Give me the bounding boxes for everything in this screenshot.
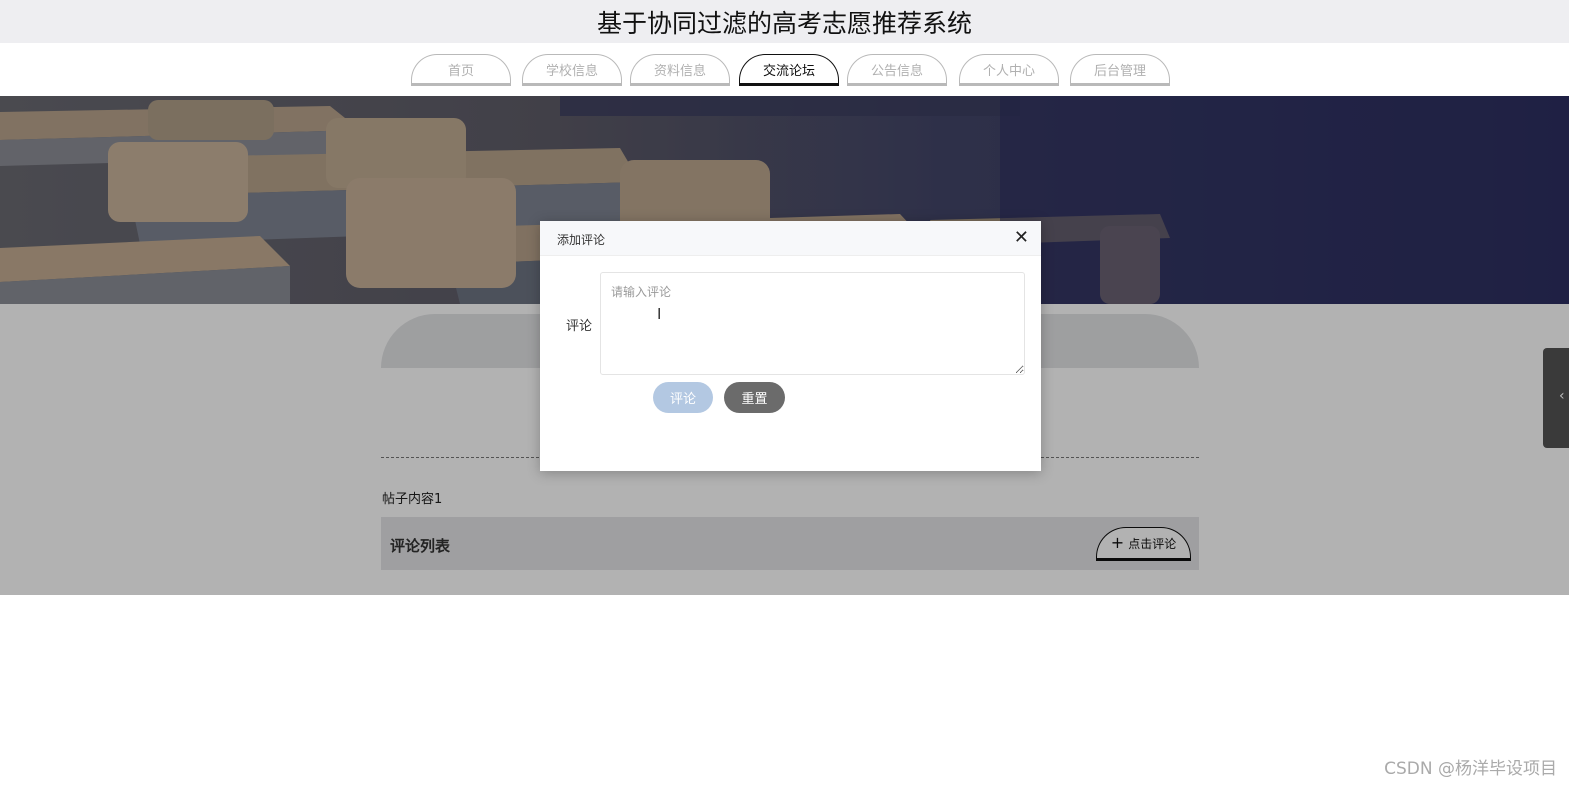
main-nav: 首页 学校信息 资料信息 交流论坛 公告信息 个人中心 后台管理 xyxy=(0,43,1569,96)
dialog-title: 添加评论 xyxy=(557,233,606,247)
side-panel-toggle[interactable]: ‹ xyxy=(1543,348,1569,448)
close-icon[interactable]: ✕ xyxy=(1014,228,1029,248)
comment-field-label: 评论 xyxy=(566,319,593,334)
nav-item-school-info[interactable]: 学校信息 xyxy=(522,54,622,86)
submit-comment-button[interactable]: 评论 xyxy=(653,382,713,413)
dialog-header: 添加评论 ✕ xyxy=(540,221,1041,256)
nav-item-personal-center[interactable]: 个人中心 xyxy=(959,54,1059,86)
add-comment-dialog: 添加评论 ✕ 评论 I 评论 重置 xyxy=(540,221,1041,471)
site-title: 基于协同过滤的高考志愿推荐系统 xyxy=(596,8,972,38)
reset-button[interactable]: 重置 xyxy=(724,382,785,413)
watermark: CSDN @杨洋毕设项目 xyxy=(1384,759,1557,779)
nav-item-home[interactable]: 首页 xyxy=(411,54,511,86)
comment-input[interactable] xyxy=(600,272,1025,375)
chevron-left-icon: ‹ xyxy=(1559,388,1565,404)
nav-item-forum[interactable]: 交流论坛 xyxy=(739,54,839,86)
nav-item-materials[interactable]: 资料信息 xyxy=(630,54,730,86)
nav-item-admin[interactable]: 后台管理 xyxy=(1070,54,1170,86)
title-bar: 基于协同过滤的高考志愿推荐系统 xyxy=(0,0,1569,43)
nav-item-announcements[interactable]: 公告信息 xyxy=(847,54,947,86)
